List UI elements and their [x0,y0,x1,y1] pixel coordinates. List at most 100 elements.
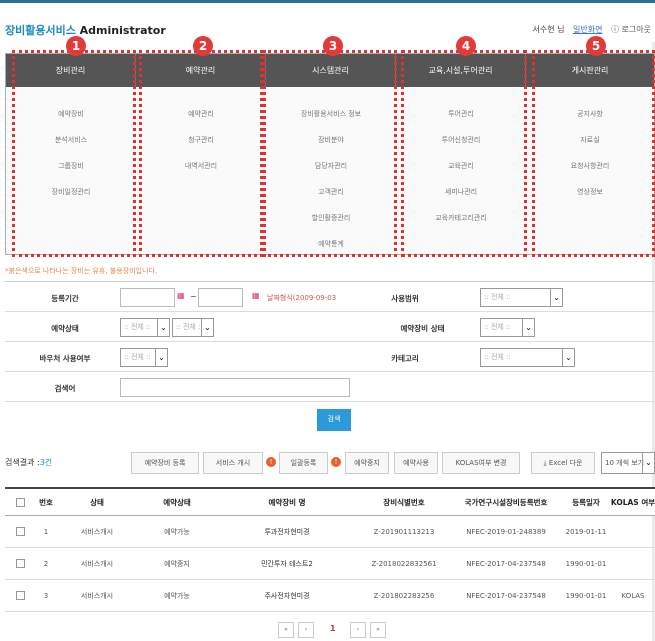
status-select-1[interactable]: :: 전체 :: ⌄ [120,318,170,337]
menu-item[interactable]: 장비일정관리 [6,179,136,205]
menu-item[interactable]: 장비분야 [266,127,396,153]
status-select-2[interactable]: :: 전체 :: ⌄ [172,318,214,337]
period-start-input[interactable] [120,288,175,307]
date-format-hint: 날짜형식(2009-09-03 [267,294,337,302]
menu-item[interactable]: 영상정보 [526,179,654,205]
table-row[interactable]: 1 서비스개시 예약가능 투과전자현미경 Z-201901113213 NFEC… [5,516,655,548]
row-date: 2019-01-11 [565,527,607,536]
chevron-down-icon: ⌄ [562,349,574,366]
menu-item[interactable]: 분석서비스 [6,127,136,153]
current-page[interactable]: 1 [330,624,336,633]
chevron-down-icon: ⌄ [201,319,213,336]
calendar-icon[interactable]: ▦ [177,291,185,300]
menu-item[interactable]: 담당자관리 [266,153,396,179]
period-end-input[interactable] [198,288,243,307]
stop-reservation-button[interactable]: 예약중지 [345,452,389,474]
scope-select[interactable]: :: 전체 :: ⌄ [480,288,563,307]
row-reserve-status: 예약중지 [164,559,190,568]
annotation-number: 4 [456,36,476,56]
category-label: 카테고리 [391,354,419,363]
menu-head-reservation[interactable]: 예약관리 [136,54,266,87]
keyword-input[interactable] [120,378,350,397]
menu-item[interactable]: 예약관리 [136,101,266,127]
menu-head-education[interactable]: 교육,시설,투어관리 [396,54,526,87]
menu-item[interactable]: 예약통계 [266,231,396,257]
logout-link[interactable]: ⓘ 로그아웃 [611,25,651,34]
prev-page-button[interactable]: ‹ [298,622,314,638]
menu-item[interactable]: 그룹장비 [6,153,136,179]
menu-item[interactable]: 투어관리 [396,101,526,127]
menu-item[interactable]: 공지사항 [526,101,654,127]
menu-head-board[interactable]: 게시판관리 [526,54,654,87]
service-start-button[interactable]: 서비스 개시 [203,452,263,474]
menu-item[interactable]: 고객관리 [266,179,396,205]
form-row-voucher: 바우처 사용여부 :: 전체 :: ⌄ 카테고리 :: 전체 :: ⌄ [5,342,655,372]
row-checkbox[interactable] [15,527,25,536]
page-size-select[interactable]: 10 개씩 보기 ⌄ [601,452,655,474]
row-registration-number: NFEC-2017-04-237548 [466,559,546,568]
calendar-icon[interactable]: ▦ [252,291,260,300]
status-select-1-value: :: 전체 :: [124,323,151,331]
register-equipment-button[interactable]: 예약장비 등록 [131,452,199,474]
status-label: 예약상태 [51,324,79,333]
column-header: 국가연구시설장비등록번호 [464,497,548,507]
row-status: 서비스개시 [80,591,114,600]
column-header: 등록일자 [572,497,600,507]
user-area: 서수현 님 일반화면 ⓘ 로그아웃 [532,24,651,35]
menu-head-equipment[interactable]: 장비관리 [6,54,136,87]
menu-item[interactable]: 투어신청관리 [396,127,526,153]
menu-item[interactable]: 세미나관리 [396,179,526,205]
form-row-status: 예약상태 :: 전체 :: ⌄ :: 전체 :: ⌄ 예약장비 상태 :: 전체 :… [5,312,655,342]
voucher-select[interactable]: :: 전체 :: ⌄ [120,348,168,367]
select-all-checkbox[interactable] [15,497,25,507]
menu-item[interactable]: 자료실 [526,127,654,153]
menu-item[interactable]: 청구관리 [136,127,266,153]
last-page-button[interactable]: » [370,622,386,638]
row-number: 2 [43,559,49,568]
row-equipment-name[interactable]: 민간투자 테스트2 [217,548,357,579]
row-checkbox[interactable] [15,559,25,568]
excel-download-button[interactable]: ⤓ Excel 다운 [531,452,595,474]
equip-status-select-value: :: 전체 :: [484,323,511,331]
table-row[interactable]: 3 서비스개시 예약가능 주사전자현미경 Z-201802283256 NFEC… [5,580,655,612]
category-select[interactable]: :: 전체 :: ⌄ [480,348,575,367]
menu-item[interactable]: 예약장비 [6,101,136,127]
row-number: 3 [43,591,49,600]
annotation-number: 5 [586,36,606,56]
kolas-change-button[interactable]: KOLAS여부 변경 [442,452,520,474]
menu-item[interactable]: 요청사항관리 [526,153,654,179]
row-equipment-name[interactable]: 투과전자현미경 [217,516,357,547]
row-number: 1 [43,527,49,536]
menu-item[interactable]: 장비활용서비스 정보 [266,101,396,127]
row-checkbox[interactable] [15,591,25,600]
warning-icon: ! [331,457,341,467]
row-equipment-name[interactable]: 주사전자현미경 [217,580,357,611]
equip-status-select[interactable]: :: 전체 :: ⌄ [480,318,535,337]
menu-item[interactable]: 할인활증관리 [266,205,396,231]
row-status: 서비스개시 [80,559,114,568]
user-page-link[interactable]: 일반화면 [573,25,602,34]
use-reservation-button[interactable]: 예약사용 [394,452,438,474]
first-page-button[interactable]: « [278,622,294,638]
table-row[interactable]: 2 서비스개시 예약중지 민간투자 테스트2 Z-2018022832561 N… [5,548,655,580]
idle-equipment-note: *붉은색으로 나타나는 장비는 유휴, 불용장비입니다. [5,267,158,275]
next-page-button[interactable]: › [350,622,366,638]
search-form: 등록기간 ▦ ~ ▦ 날짜형식(2009-09-03 사용범위 :: 전체 ::… [5,281,655,402]
row-status: 서비스개시 [80,527,114,536]
menu-col-board: 게시판관리 공지사항 자료실 요청사항관리 영상정보 [526,54,654,254]
row-registration-number: NFEC-2017-04-237548 [466,591,546,600]
chevron-down-icon: ⌄ [642,453,654,473]
status-select-2-value: :: 전체 :: [176,323,203,331]
app-title-suffix: Administrator [75,24,166,37]
scope-select-value: :: 전체 :: [484,293,511,301]
row-reserve-status: 예약가능 [164,527,190,536]
annotation-number: 2 [193,36,213,56]
bulk-register-button[interactable]: 일괄등록 [279,452,328,474]
menu-head-system[interactable]: 시스템관리 [266,54,396,87]
page-size-value: 10 개씩 보기 [605,459,645,467]
menu-item[interactable]: 내역서관리 [136,153,266,179]
search-button[interactable]: 검색 [317,409,351,431]
app-title: 장비활용서비스 Administrator [5,22,166,38]
menu-item[interactable]: 교육카테고리관리 [396,205,526,231]
menu-item[interactable]: 교육관리 [396,153,526,179]
